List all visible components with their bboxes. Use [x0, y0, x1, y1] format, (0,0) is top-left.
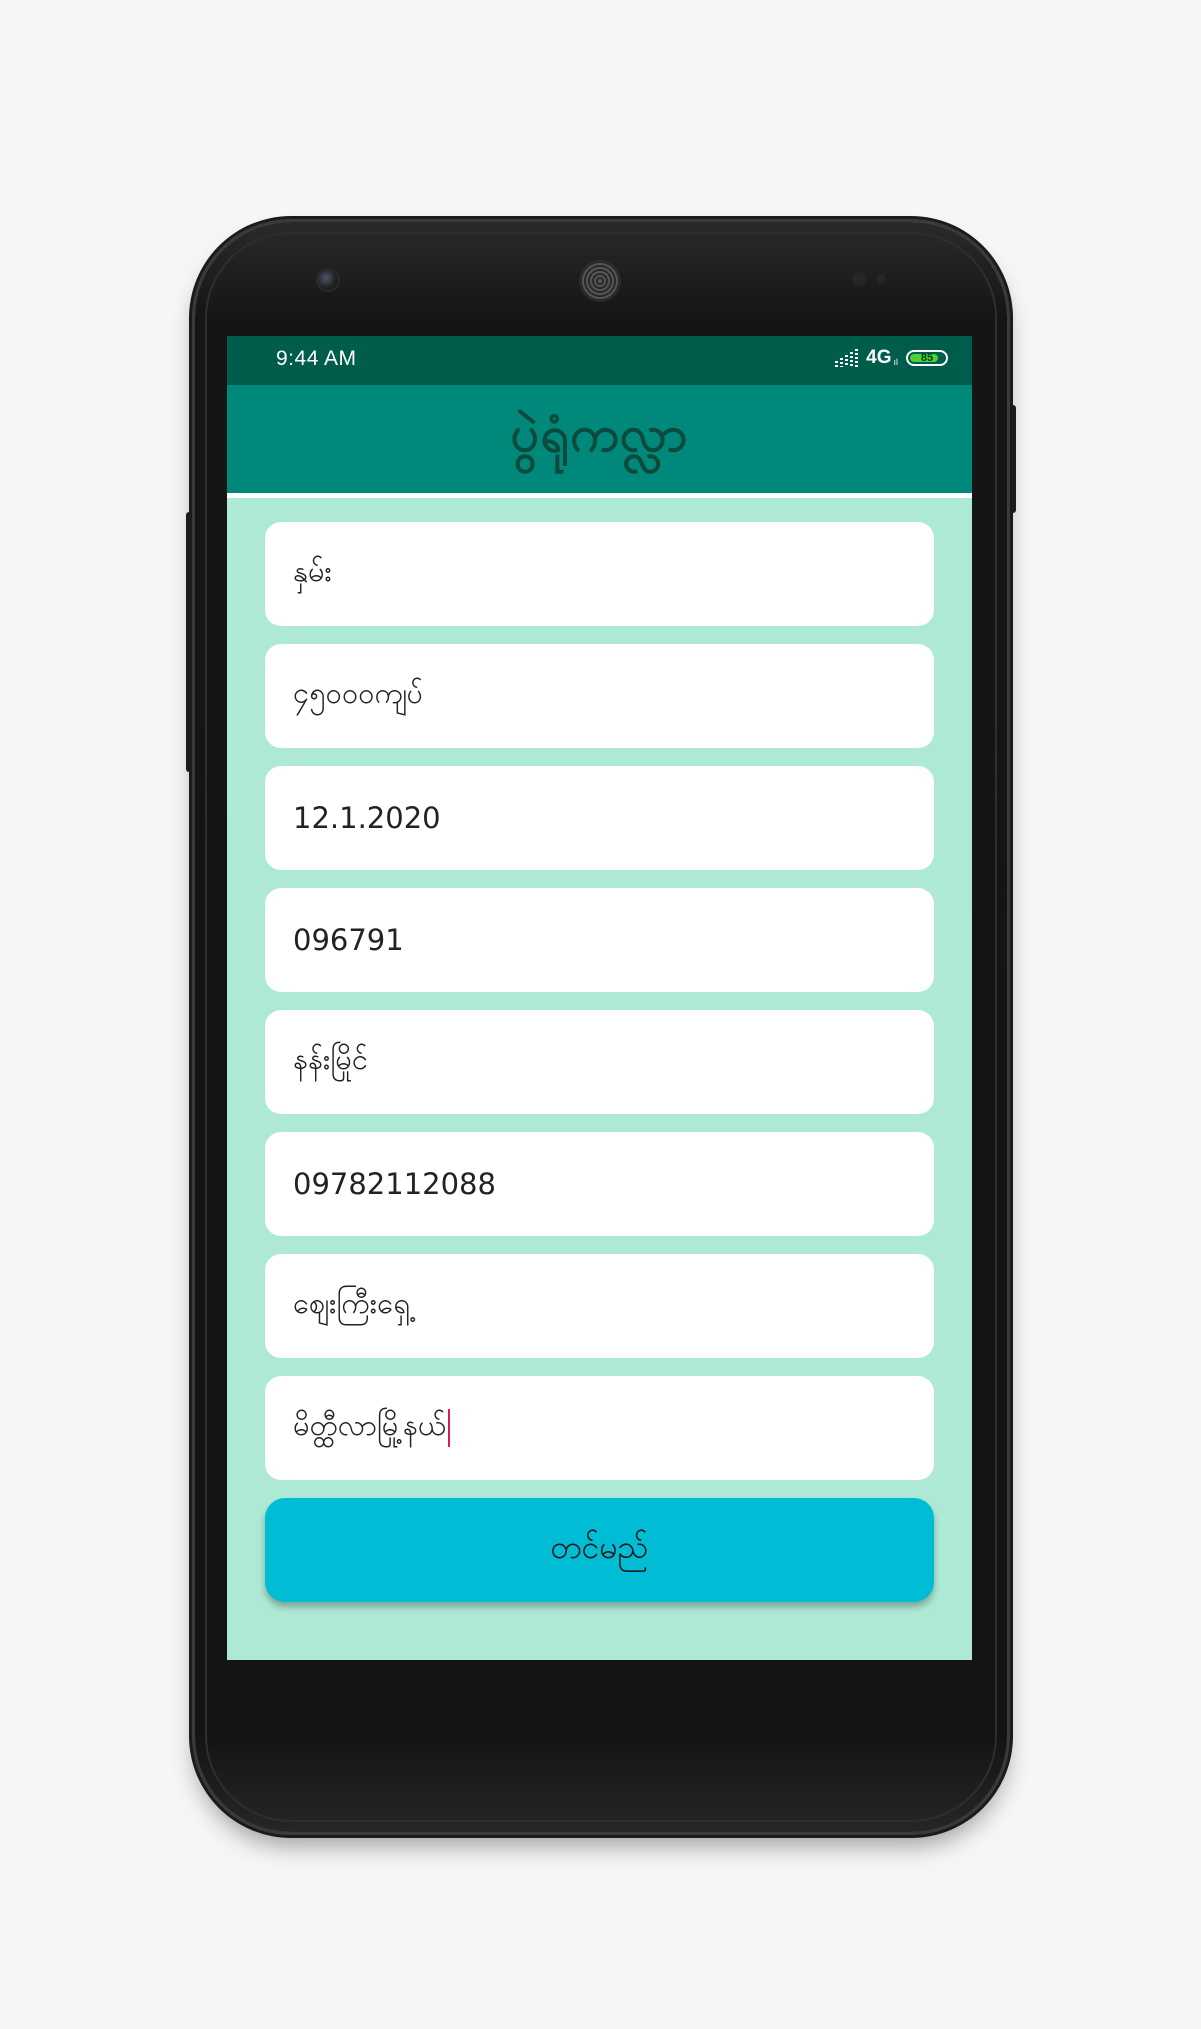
- field-value: နှမ်း: [293, 553, 332, 588]
- network-type: 4G: [866, 347, 892, 368]
- price-field[interactable]: ၄၅၀၀၀ကျပ်: [265, 644, 934, 748]
- phone-field[interactable]: 09782112088: [265, 1132, 934, 1236]
- status-bar: 9:44 AM 4G ıl 85: [227, 336, 972, 385]
- field-value: မိတ္ထီလာမြို့နယ်: [293, 1407, 446, 1442]
- address-field[interactable]: ဈေးကြီးရှေ့: [265, 1254, 934, 1358]
- date-field[interactable]: 12.1.2020: [265, 766, 934, 870]
- app-bar: ပွဲရုံကလ္လာ: [227, 385, 972, 498]
- app-title: ပွဲရုံကလ္လာ: [510, 404, 689, 463]
- earpiece-speaker-icon: [581, 262, 619, 300]
- proximity-sensor-icon: [852, 272, 866, 286]
- network-activity-icon: ıl: [893, 357, 899, 367]
- submit-button[interactable]: တင်မည်: [265, 1498, 934, 1602]
- power-button: [1006, 405, 1016, 513]
- status-indicators: 4G ıl 85: [835, 347, 948, 369]
- text-cursor: [448, 1409, 450, 1447]
- phone-screen: 9:44 AM 4G ıl 85 ပွဲရုံကလ္လာ နှမ်း ၄၅၀၀၀…: [227, 336, 972, 1660]
- front-camera-icon: [318, 270, 338, 290]
- battery-icon: 85: [906, 350, 948, 366]
- page-background: 9:44 AM 4G ıl 85 ပွဲရုံကလ္လာ နှမ်း ၄၅၀၀၀…: [0, 0, 1201, 2029]
- contact-name-field[interactable]: နန်းမြိုင်: [265, 1010, 934, 1114]
- field-value: 12.1.2020: [293, 801, 441, 835]
- battery-level: 85: [920, 352, 934, 364]
- code-field[interactable]: 096791: [265, 888, 934, 992]
- field-value: ဈေးကြီးရှေ့: [293, 1285, 411, 1320]
- signal-bars-icon: [835, 349, 859, 367]
- field-value: ၄၅၀၀၀ကျပ်: [293, 675, 424, 710]
- item-name-field[interactable]: နှမ်း: [265, 522, 934, 626]
- township-field[interactable]: မိတ္ထီလာမြို့နယ်: [265, 1376, 934, 1480]
- field-value: 096791: [293, 923, 404, 957]
- field-value: နန်းမြိုင်: [293, 1041, 368, 1076]
- field-value: 09782112088: [293, 1167, 496, 1201]
- light-sensor-icon: [876, 274, 886, 284]
- status-time: 9:44 AM: [276, 347, 357, 370]
